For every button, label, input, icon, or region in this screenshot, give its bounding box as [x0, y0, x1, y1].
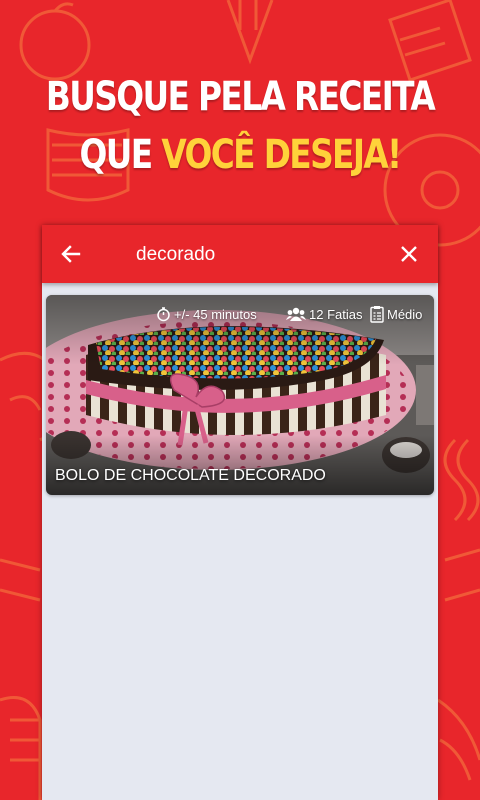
recipe-card[interactable]: +/- 45 minutos 12 Fatias Médio BOLO DE C…	[46, 295, 434, 495]
arrow-left-icon	[61, 245, 81, 263]
servings: 12 Fatias	[286, 303, 362, 325]
search-input[interactable]: decorado	[136, 242, 376, 268]
recipe-title: BOLO DE CHOCOLATE DECORADO	[55, 467, 326, 484]
clear-search-button[interactable]	[394, 239, 424, 269]
prep-time-text: +/- 45 minutos	[174, 306, 257, 322]
headline-line-1: BUSQUE PELA RECEITA	[45, 74, 436, 120]
difficulty: Médio	[370, 303, 422, 325]
clipboard-icon	[370, 306, 384, 323]
headline-line-2: QUE VOCÊ DESEJA!	[43, 126, 437, 184]
prep-time: +/- 45 minutos	[156, 303, 257, 325]
search-app-bar: decorado	[42, 225, 438, 283]
headline-accent-text: VOCÊ DESEJA!	[161, 132, 402, 178]
close-icon	[401, 246, 417, 262]
servings-text: 12 Fatias	[309, 306, 363, 322]
stopwatch-icon	[157, 307, 170, 322]
headline-line-2-text: QUE	[79, 132, 162, 178]
recipe-photo	[46, 295, 434, 495]
difficulty-text: Médio	[387, 306, 423, 322]
app-screen: decorado +/- 45 minutos 12 Fatias Médio …	[42, 225, 438, 800]
promo-headline: BUSQUE PELA RECEITA QUE VOCÊ DESEJA!	[43, 68, 437, 184]
back-button[interactable]	[56, 239, 86, 269]
people-icon	[286, 307, 306, 321]
